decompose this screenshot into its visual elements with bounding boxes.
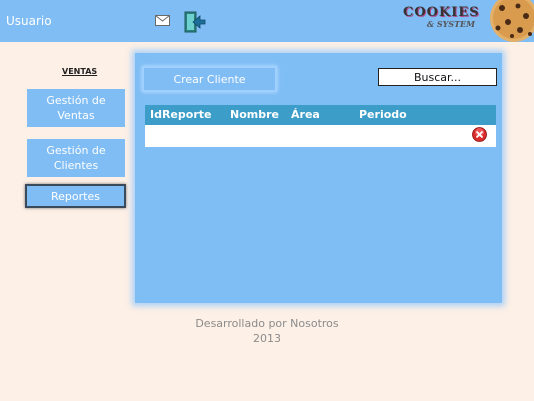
sidebar-item-label: Gestión de Ventas [46,94,106,122]
column-header-idreporte: IdReporte [150,108,212,121]
header-bar: Usuario COOKIES & SYSTEM [0,0,534,42]
logo-main-text: COOKIES [403,5,480,20]
cookie-icon [490,0,534,42]
column-header-nombre: Nombre [230,108,279,121]
logo-sub-text: & SYSTEM [426,19,475,29]
sidebar-item-label: Reportes [51,189,100,203]
logo: COOKIES & SYSTEM [403,6,479,36]
search-button[interactable]: Buscar... [378,68,497,86]
footer-credit: Desarrollado por Nosotros [195,317,339,330]
user-label[interactable]: Usuario [6,14,52,28]
sidebar-section-title: VENTAS [62,67,98,76]
create-client-button[interactable]: Crear Cliente [142,66,277,92]
column-header-periodo: Periodo [359,108,407,121]
footer: Desarrollado por Nosotros 2013 [0,316,534,346]
column-header-area: Área [291,108,320,121]
table-header: IdReporte Nombre Área Periodo [145,105,496,125]
footer-year: 2013 [253,332,281,345]
delete-icon[interactable] [472,127,487,142]
table-row [145,125,496,147]
mail-icon[interactable] [155,15,170,26]
sidebar-item-gestion-ventas[interactable]: Gestión de Ventas [27,89,125,127]
exit-icon[interactable] [184,11,206,33]
sidebar-item-reportes[interactable]: Reportes [25,184,126,208]
sidebar-item-label: Gestión de Clientes [46,144,106,172]
sidebar-item-gestion-clientes[interactable]: Gestión de Clientes [27,139,125,177]
